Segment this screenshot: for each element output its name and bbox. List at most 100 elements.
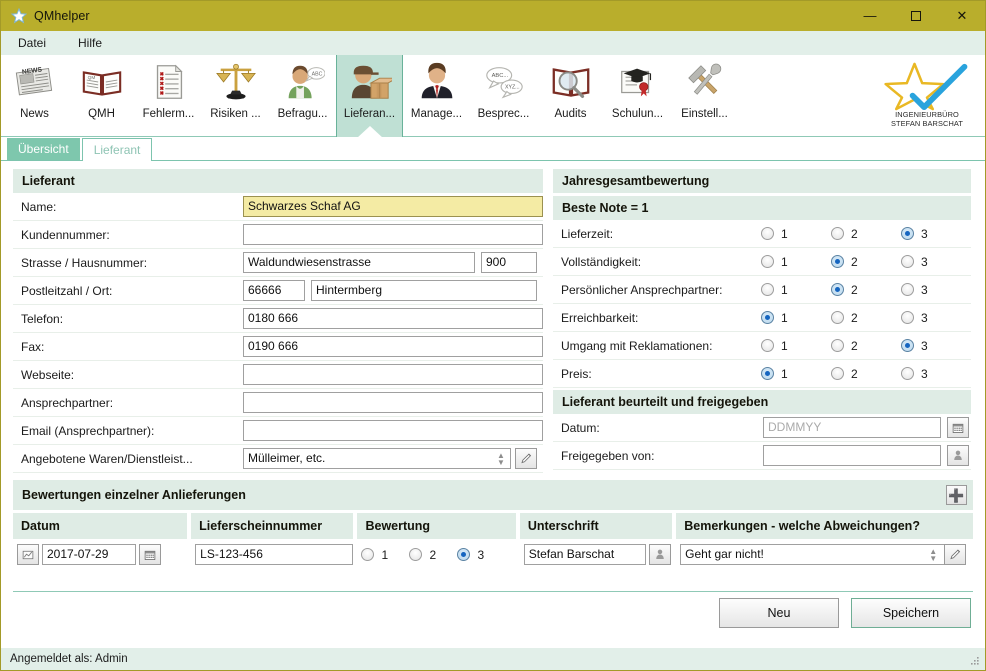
calendar-icon[interactable] — [947, 417, 969, 438]
pencil-icon[interactable] — [944, 544, 966, 565]
signature-person-icon[interactable] — [649, 544, 671, 565]
resize-grip-icon[interactable] — [969, 655, 981, 667]
radio-icon[interactable] — [409, 548, 422, 561]
rating-option[interactable]: 1 — [761, 283, 831, 297]
field-row-email: Email (Ansprechpartner): — [13, 417, 543, 445]
radio-icon[interactable] — [901, 311, 914, 324]
goods-services-spinner[interactable]: ▲▼ — [493, 449, 509, 468]
release-date-input[interactable]: DDMMYY — [763, 417, 941, 438]
ribbon-item-qmh[interactable]: QM QMH — [68, 55, 135, 137]
radio-icon[interactable] — [761, 339, 774, 352]
radio-icon[interactable] — [457, 548, 470, 561]
rating-option[interactable]: 2 — [831, 339, 901, 353]
rating-option[interactable]: 3 — [901, 311, 971, 325]
website-input[interactable] — [243, 364, 543, 385]
postal-code-input[interactable]: 66666 — [243, 280, 305, 301]
rating-option[interactable]: 1 — [761, 367, 831, 381]
rating-option[interactable]: 2 — [831, 255, 901, 269]
tab-uebersicht[interactable]: Übersicht — [7, 138, 80, 160]
rating-option[interactable]: 1 — [761, 339, 831, 353]
radio-icon[interactable] — [901, 227, 914, 240]
rating-panel: Jahresgesamtbewertung Beste Note = 1 Lie… — [553, 169, 971, 473]
radio-icon[interactable] — [901, 367, 914, 380]
menu-item-datei[interactable]: Datei — [15, 34, 49, 52]
radio-icon[interactable] — [361, 548, 374, 561]
fax-input[interactable]: 0190 666 — [243, 336, 543, 357]
radio-icon[interactable] — [761, 283, 774, 296]
remark-input[interactable]: Geht gar nicht! — [680, 544, 946, 565]
rating-option[interactable]: 3 — [901, 255, 971, 269]
ribbon-item-audits[interactable]: Audits — [537, 55, 604, 137]
ribbon-item-besprechungen[interactable]: ABC... XYZ... Besprec... — [470, 55, 537, 137]
ribbon-item-befragung[interactable]: ABC Befragu... — [269, 55, 336, 137]
svg-text:ABC: ABC — [311, 71, 322, 77]
ribbon-item-schulungen[interactable]: Schulun... — [604, 55, 671, 137]
radio-icon[interactable] — [901, 283, 914, 296]
ribbon-item-management[interactable]: Manage... — [403, 55, 470, 137]
rating-option-label: 1 — [781, 227, 788, 241]
minimize-icon[interactable]: — — [847, 1, 893, 31]
date-input[interactable]: 2017-07-29 — [42, 544, 136, 565]
signature-input[interactable]: Stefan Barschat — [524, 544, 646, 565]
rating-row-ansprechpartner: Persönlicher Ansprechpartner: 1 2 3 — [553, 276, 971, 304]
rating-option[interactable]: 2 — [831, 283, 901, 297]
released-by-input[interactable] — [763, 445, 941, 466]
rating-option-label: 1 — [781, 367, 788, 381]
radio-icon[interactable] — [761, 367, 774, 380]
pencil-icon[interactable] — [515, 448, 537, 469]
rating-option-label: 2 — [851, 311, 858, 325]
ribbon-item-einstellungen[interactable]: Einstell... — [671, 55, 738, 137]
rating-option[interactable]: 1 — [761, 227, 831, 241]
save-button[interactable]: Speichern — [851, 598, 971, 628]
maximize-icon[interactable] — [893, 1, 939, 31]
ribbon-item-risiken[interactable]: Risiken ... — [202, 55, 269, 137]
signature-person-icon[interactable] — [947, 445, 969, 466]
menu-item-hilfe[interactable]: Hilfe — [75, 34, 105, 52]
supplier-panel: Lieferant Name: Schwarzes Schaf AG Kunde… — [13, 169, 543, 473]
radio-icon[interactable] — [831, 367, 844, 380]
phone-input[interactable]: 0180 666 — [243, 308, 543, 329]
customer-number-input[interactable] — [243, 224, 543, 245]
radio-icon[interactable] — [831, 283, 844, 296]
goods-services-input[interactable]: Mülleimer, etc. — [243, 448, 511, 469]
chart-icon[interactable] — [17, 544, 39, 565]
ribbon-item-fehlermanagement[interactable]: Fehlerm... — [135, 55, 202, 137]
ribbon-item-lieferanten[interactable]: Lieferan... — [336, 55, 403, 137]
radio-icon[interactable] — [761, 227, 774, 240]
rating-option[interactable]: 1 — [361, 548, 409, 562]
rating-option[interactable]: 3 — [901, 227, 971, 241]
delivery-note-input[interactable]: LS-123-456 — [195, 544, 353, 565]
radio-icon[interactable] — [831, 255, 844, 268]
rating-option[interactable]: 2 — [831, 227, 901, 241]
radio-icon[interactable] — [761, 255, 774, 268]
plus-icon[interactable]: ➕ — [946, 485, 967, 505]
contact-person-input[interactable] — [243, 392, 543, 413]
rating-option[interactable]: 3 — [901, 283, 971, 297]
street-input[interactable]: Waldundwiesenstrasse — [243, 252, 475, 273]
close-icon[interactable]: ✕ — [939, 1, 985, 31]
radio-icon[interactable] — [831, 227, 844, 240]
radio-icon[interactable] — [761, 311, 774, 324]
rating-option[interactable]: 3 — [901, 339, 971, 353]
field-row-webseite: Webseite: — [13, 361, 543, 389]
radio-icon[interactable] — [901, 255, 914, 268]
radio-icon[interactable] — [831, 311, 844, 324]
email-input[interactable] — [243, 420, 543, 441]
city-input[interactable]: Hintermberg — [311, 280, 537, 301]
ribbon-item-news[interactable]: NEWS News — [1, 55, 68, 137]
rating-option[interactable]: 1 — [761, 255, 831, 269]
new-button[interactable]: Neu — [719, 598, 839, 628]
rating-option[interactable]: 2 — [409, 548, 457, 562]
rating-option[interactable]: 3 — [457, 548, 505, 562]
name-input[interactable]: Schwarzes Schaf AG — [243, 196, 543, 217]
calendar-icon[interactable] — [139, 544, 161, 565]
tab-lieferant[interactable]: Lieferant — [82, 138, 153, 162]
rating-option[interactable]: 3 — [901, 367, 971, 381]
rating-option[interactable]: 1 — [761, 311, 831, 325]
radio-icon[interactable] — [831, 339, 844, 352]
house-number-input[interactable]: 900 — [481, 252, 537, 273]
remark-spinner[interactable]: ▲▼ — [925, 545, 941, 564]
rating-option[interactable]: 2 — [831, 367, 901, 381]
radio-icon[interactable] — [901, 339, 914, 352]
rating-option[interactable]: 2 — [831, 311, 901, 325]
